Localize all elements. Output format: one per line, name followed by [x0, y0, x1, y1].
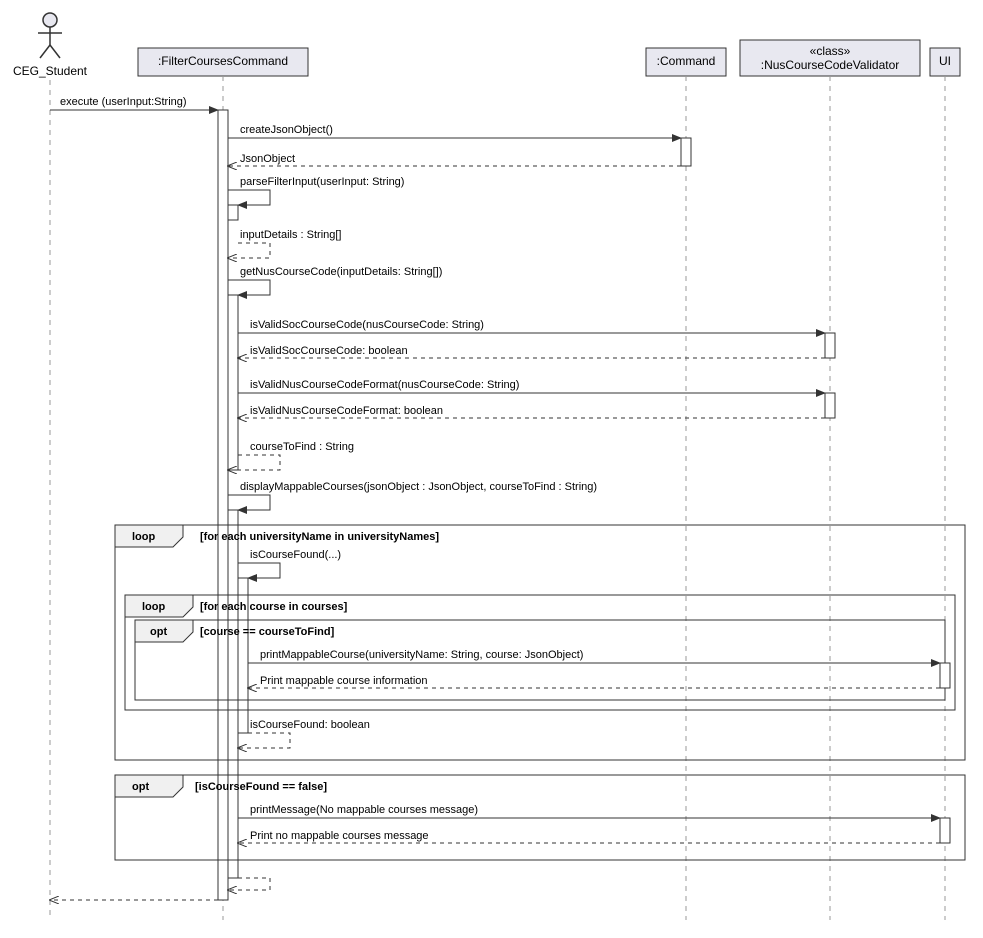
frame-label-opt2: opt [132, 781, 149, 793]
frame-guard-loop1: [for each universityName in universityNa… [200, 531, 439, 543]
activation-ncc-1 [825, 333, 835, 358]
msg-createjson: createJsonObject() [240, 124, 333, 136]
msg-execute: execute (userInput:String) [60, 96, 187, 108]
activation-fcc-self2 [228, 295, 238, 470]
activation-ui-1 [940, 663, 950, 688]
actor-ceg-student: CEG_Student [13, 13, 88, 78]
msg-displaymappable: displayMappableCourses(jsonObject : Json… [240, 481, 597, 493]
participant-label: «class» [810, 44, 851, 58]
activation-ui-2 [940, 818, 950, 843]
msg-iscoursefound-ret: isCourseFound: boolean [250, 719, 370, 731]
msg-getnuscode: getNusCourseCode(inputDetails: String[]) [240, 266, 442, 278]
msg-iscoursefound: isCourseFound(...) [250, 549, 341, 561]
msg-printmappable-return: Print mappable course information [260, 675, 428, 687]
frame-guard-loop2: [for each course in courses] [200, 601, 348, 613]
sequence-diagram: CEG_Student :FilterCoursesCommand :Comma… [10, 10, 973, 928]
msg-printmappable: printMappableCourse(universityName: Stri… [260, 649, 583, 661]
frame-label-opt1: opt [150, 626, 167, 638]
msg-coursetofind: courseToFind : String [250, 441, 354, 453]
frame-label-loop1: loop [132, 531, 155, 543]
activation-cmd-1 [681, 138, 691, 166]
frame-guard-opt2: [isCourseFound == false] [195, 781, 327, 793]
activation-ncc-2 [825, 393, 835, 418]
activation-fcc-self1 [228, 205, 238, 220]
activation-fcc-self3 [228, 510, 238, 878]
participant-command: :Command [646, 48, 726, 76]
msg-printnomap: printMessage(No mappable courses message… [250, 804, 478, 816]
participant-label: UI [939, 54, 951, 68]
participant-label: :FilterCoursesCommand [158, 54, 288, 68]
msg-isvalidfmt: isValidNusCourseCodeFormat(nusCourseCode… [250, 379, 519, 391]
actor-label: CEG_Student [13, 64, 88, 78]
participant-label: :NusCourseCodeValidator [761, 58, 900, 72]
msg-parsefilter: parseFilterInput(userInput: String) [240, 176, 404, 188]
msg-isvalidsoc: isValidSocCourseCode(nusCourseCode: Stri… [250, 319, 484, 331]
msg-isvalidfmt-return: isValidNusCourseCodeFormat: boolean [250, 405, 443, 417]
frame-guard-opt1: [course == courseToFind] [200, 626, 335, 638]
msg-jsonobj-return: JsonObject [240, 153, 295, 165]
msg-inputdetails: inputDetails : String[] [240, 229, 342, 241]
frame-label-loop2: loop [142, 601, 165, 613]
msg-printnomap-return: Print no mappable courses message [250, 830, 429, 842]
participant-nuscoursecodevalidator: «class» :NusCourseCodeValidator [740, 40, 920, 76]
participant-label: :Command [657, 54, 716, 68]
participant-ui: UI [930, 48, 960, 76]
msg-isvalidsoc-return: isValidSocCourseCode: boolean [250, 345, 408, 357]
participant-filtercoursescommand: :FilterCoursesCommand [138, 48, 308, 76]
